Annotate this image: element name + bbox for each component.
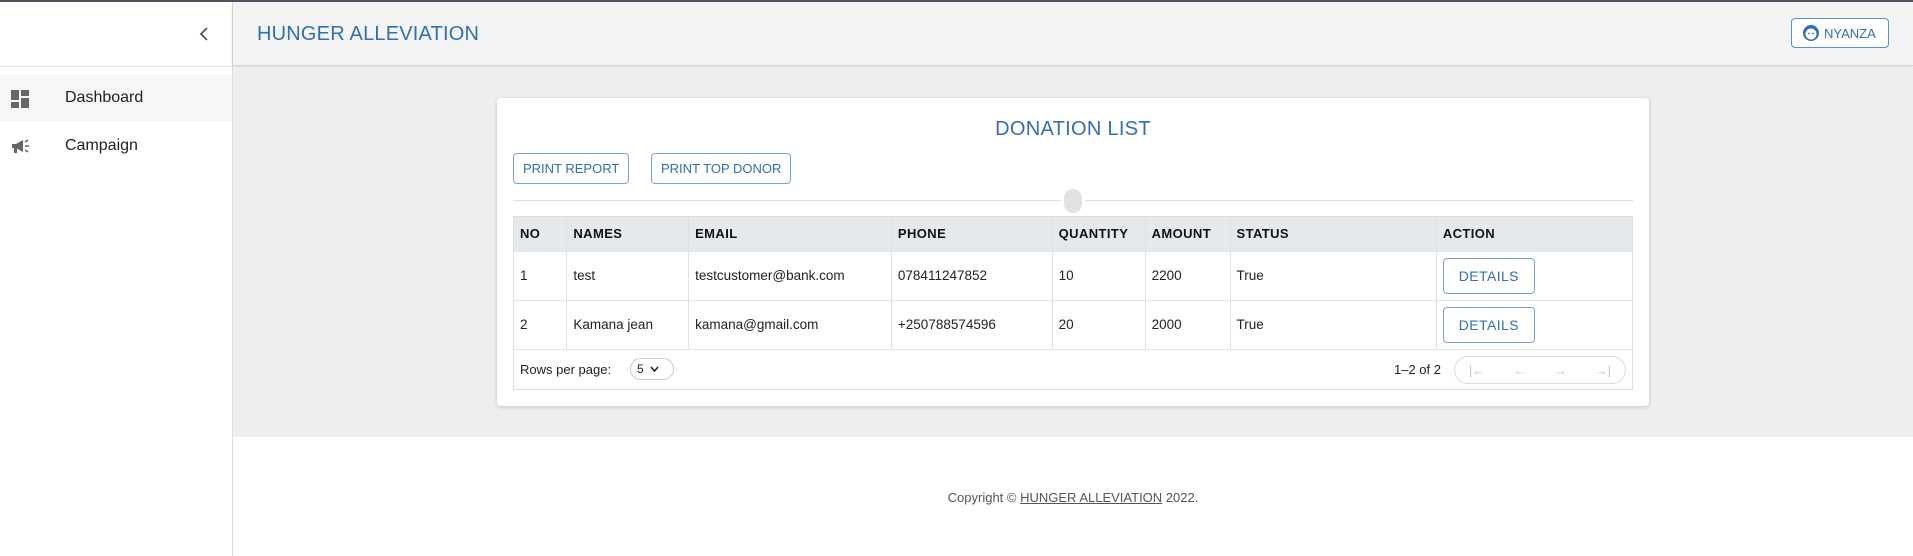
last-page-icon[interactable]: →| [1595,363,1611,378]
column-header[interactable]: STATUS [1230,217,1437,251]
cell-email: testcustomer@bank.com [688,250,892,300]
app-bar: HUNGER ALLEVIATION NYANZA [233,2,1913,66]
user-menu-button[interactable]: NYANZA [1791,18,1889,48]
footer: Copyright © HUNGER ALLEVIATION 2022. [233,490,1913,505]
pagination-controls: |← ← → →| [1454,356,1626,384]
cell-phone: 078411247852 [891,250,1053,300]
sidebar-item-label: Dashboard [65,89,144,106]
cell-amount: 2200 [1145,250,1231,300]
face-icon [1803,25,1819,41]
cell-action: DETAILS [1436,299,1632,349]
rows-per-page-value: 5 [637,362,644,376]
table-header-row: NO NAMES EMAIL PHONE QUANTITY AMOUNT STA… [514,217,1632,251]
cell-quantity: 20 [1052,299,1146,349]
collapse-sidebar-button[interactable] [192,20,216,48]
cell-action: DETAILS [1436,250,1632,300]
cell-no: 1 [514,250,568,300]
print-top-donor-button[interactable]: PRINT TOP DONOR [651,153,792,184]
table-row: 2 Kamana jean kamana@gmail.com +25078857… [514,299,1632,349]
donation-table: NO NAMES EMAIL PHONE QUANTITY AMOUNT STA… [513,216,1633,390]
cell-name: Kamana jean [566,299,690,349]
first-page-icon[interactable]: |← [1469,363,1485,378]
details-button[interactable]: DETAILS [1442,306,1535,343]
column-header[interactable]: NO [514,217,568,251]
cell-status: True [1230,299,1437,349]
chevron-left-icon [199,27,208,41]
column-header[interactable]: NAMES [566,217,690,251]
print-report-button[interactable]: PRINT REPORT [513,153,630,184]
cell-quantity: 10 [1052,250,1146,300]
column-header[interactable]: ACTION [1436,217,1632,251]
cell-name: test [566,250,690,300]
sidebar-item-dashboard[interactable]: Dashboard [0,74,232,122]
cell-email: kamana@gmail.com [688,299,892,349]
rows-per-page-select[interactable]: 5 [630,358,674,380]
divider-handle [1061,186,1085,216]
sidebar: Dashboard Campaign [0,2,233,556]
table-row: 1 test testcustomer@bank.com 07841124785… [514,250,1632,300]
column-header[interactable]: AMOUNT [1145,217,1231,251]
app-title: HUNGER ALLEVIATION [257,23,480,45]
cell-amount: 2000 [1145,299,1231,349]
chevron-down-icon [650,366,659,372]
next-page-icon[interactable]: → [1554,363,1567,378]
column-header[interactable]: EMAIL [688,217,892,251]
footer-link[interactable]: HUNGER ALLEVIATION [1020,490,1162,505]
sidebar-divider [0,66,232,67]
page-title: DONATION LIST [995,118,1151,140]
pagination-range: 1–2 of 2 [1394,362,1441,377]
user-name: NYANZA [1824,25,1876,41]
cell-phone: +250788574596 [891,299,1053,349]
copyright-prefix: Copyright © [947,490,1021,505]
campaign-icon [12,139,29,153]
donation-list-card: DONATION LIST PRINT REPORT PRINT TOP DON… [497,98,1649,406]
sidebar-item-label: Campaign [65,137,138,154]
copyright-suffix: 2022. [1162,490,1199,505]
cell-status: True [1230,250,1437,300]
column-header[interactable]: QUANTITY [1052,217,1146,251]
sidebar-item-campaign[interactable]: Campaign [0,122,232,170]
main-area: HUNGER ALLEVIATION NYANZA DONATION LIST … [233,2,1913,556]
details-button[interactable]: DETAILS [1442,257,1535,294]
table-pagination: Rows per page: 5 1–2 of 2 |← ← → →| [514,349,1632,389]
dashboard-icon [11,90,29,108]
previous-page-icon[interactable]: ← [1513,363,1526,378]
rows-per-page-label: Rows per page: [520,362,612,377]
cell-no: 2 [514,299,568,349]
column-header[interactable]: PHONE [891,217,1053,251]
